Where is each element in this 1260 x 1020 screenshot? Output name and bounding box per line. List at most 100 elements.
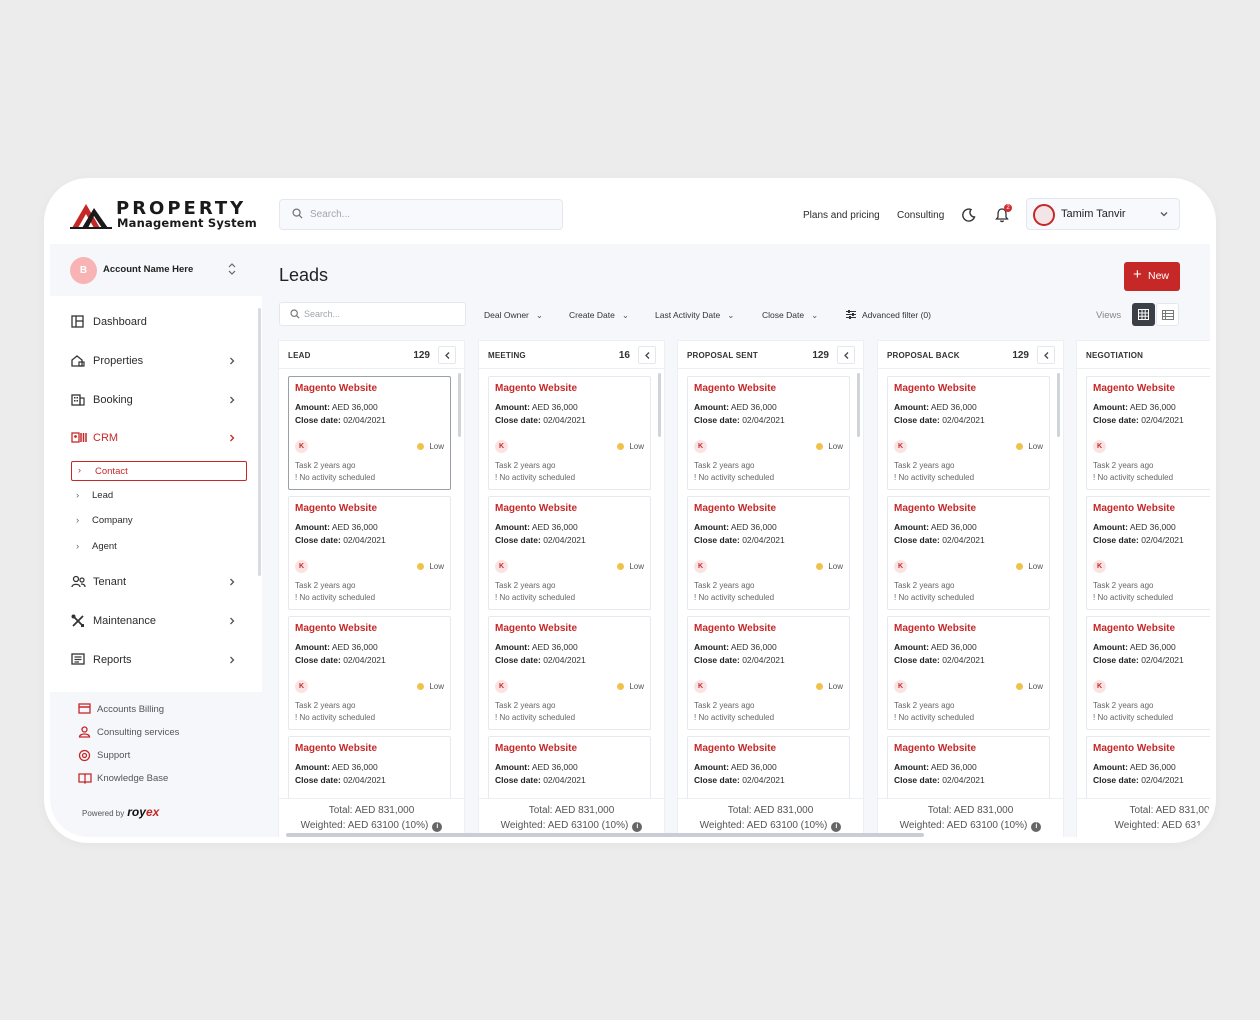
lead-title[interactable]: Magento Website [295, 743, 377, 754]
lead-card[interactable]: Magento Website Amount: AED 36,000 Close d… [488, 496, 651, 610]
sidebar-scrollbar[interactable] [258, 308, 261, 576]
global-search-input[interactable]: Search... [279, 199, 563, 230]
filter-deal-owner[interactable]: Deal Owner ⌄ [484, 310, 543, 321]
lead-title[interactable]: Magento Website [694, 623, 776, 634]
lead-card[interactable]: Magento Website Amount: AED 36,000 Close d… [687, 376, 850, 490]
advanced-filter-button[interactable]: Advanced filter (0) [846, 310, 931, 320]
lead-card[interactable]: Magento Website Amount: AED 36,000 Close d… [687, 616, 850, 730]
lead-card[interactable]: Magento Website Amount: AED 36,000 Close d… [887, 616, 1050, 730]
lead-card[interactable]: Magento Website Amount: AED 36,000 Close d… [288, 496, 451, 610]
owner-avatar[interactable]: K [694, 560, 707, 573]
sidebar-subitem-company[interactable]: › Company [76, 515, 133, 526]
activity-info: ! No activity scheduled [694, 473, 775, 482]
lead-card[interactable]: Magento Website Amount: AED 36,000 Close d… [288, 376, 451, 490]
owner-avatar[interactable]: K [894, 440, 907, 453]
owner-avatar[interactable]: K [694, 440, 707, 453]
owner-avatar[interactable]: K [495, 680, 508, 693]
expand-collapse-icon [228, 263, 236, 275]
owner-avatar[interactable]: K [295, 680, 308, 693]
filter-create-date[interactable]: Create Date ⌄ [569, 310, 629, 321]
plans-pricing-link[interactable]: Plans and pricing [803, 210, 880, 221]
sidebar-item-dashboard[interactable]: Dashboard [50, 311, 250, 335]
lead-title[interactable]: Magento Website [894, 383, 976, 394]
lead-amount: Amount: AED 36,000 [894, 642, 977, 652]
sidebar-item-booking[interactable]: Booking [50, 389, 250, 413]
lead-title[interactable]: Magento Website [694, 743, 776, 754]
lead-title[interactable]: Magento Website [1093, 743, 1175, 754]
info-icon[interactable]: i [432, 822, 443, 832]
column-scrollbar[interactable] [658, 373, 661, 437]
lead-title[interactable]: Magento Website [694, 503, 776, 514]
app-logo[interactable]: PROPERTY Management System [70, 198, 260, 232]
sidebar-subitem-lead[interactable]: › Lead [76, 490, 113, 501]
sidebar-item-tenant[interactable]: Tenant [50, 571, 250, 595]
lead-title[interactable]: Magento Website [495, 743, 577, 754]
new-lead-button[interactable]: + New [1124, 262, 1180, 291]
lead-card[interactable]: Magento Website Amount: AED 36,000 Close d… [687, 496, 850, 610]
activity-info: ! No activity scheduled [894, 713, 975, 722]
column-scrollbar[interactable] [458, 373, 461, 437]
list-view-button[interactable] [1156, 303, 1179, 326]
sidebar-item-label: Booking [93, 394, 133, 406]
sidebar-subitem-agent[interactable]: › Agent [76, 541, 117, 552]
lead-card[interactable]: Magento Website Amount: AED 36,000 Close d… [1086, 376, 1210, 490]
sidebar-subitem-contact[interactable]: › Contact [71, 461, 247, 481]
dark-mode-icon[interactable] [962, 208, 976, 222]
lead-title[interactable]: Magento Website [495, 503, 577, 514]
board-view-button[interactable] [1132, 303, 1155, 326]
column-scrollbar[interactable] [1057, 373, 1060, 437]
lead-card[interactable]: Magento Website Amount: AED 36,000 Close d… [887, 496, 1050, 610]
filter-close-date[interactable]: Close Date ⌄ [762, 310, 818, 321]
lead-card[interactable]: Magento Website Amount: AED 36,000 Close d… [488, 616, 651, 730]
consulting-link[interactable]: Consulting [897, 210, 944, 221]
user-menu[interactable]: Tamim Tanvir [1026, 198, 1180, 230]
lead-title[interactable]: Magento Website [894, 623, 976, 634]
collapse-column-button[interactable] [837, 346, 855, 364]
owner-avatar[interactable]: K [1093, 560, 1106, 573]
sidebar-item-reports[interactable]: Reports [50, 649, 250, 673]
lead-title[interactable]: Magento Website [495, 623, 577, 634]
lead-card[interactable]: Magento Website Amount: AED 36,000 Close d… [887, 376, 1050, 490]
owner-avatar[interactable]: K [295, 560, 308, 573]
lead-title[interactable]: Magento Website [1093, 383, 1175, 394]
sidebar-item-maintenance[interactable]: Maintenance [50, 610, 250, 634]
owner-avatar[interactable]: K [495, 440, 508, 453]
account-switcher[interactable]: B Account Name Here [50, 244, 262, 296]
collapse-column-button[interactable] [638, 346, 656, 364]
lead-title[interactable]: Magento Website [1093, 623, 1175, 634]
filter-last-activity-date[interactable]: Last Activity Date ⌄ [655, 310, 734, 321]
owner-avatar[interactable]: K [495, 560, 508, 573]
owner-avatar[interactable]: K [894, 560, 907, 573]
owner-avatar[interactable]: K [894, 680, 907, 693]
amount-value: AED 36,000 [1129, 402, 1176, 412]
lead-card[interactable]: Magento Website Amount: AED 36,000 Close d… [288, 616, 451, 730]
owner-avatar[interactable]: K [295, 440, 308, 453]
lead-title[interactable]: Magento Website [694, 383, 776, 394]
info-icon[interactable]: i [1031, 822, 1042, 832]
sidebar-item-crm[interactable]: CRM [50, 427, 250, 451]
owner-avatar[interactable]: K [1093, 680, 1106, 693]
lead-title[interactable]: Magento Website [894, 743, 976, 754]
lead-title[interactable]: Magento Website [295, 623, 377, 634]
column-scrollbar[interactable] [857, 373, 860, 437]
info-icon[interactable]: i [831, 822, 842, 832]
sidebar: B Account Name Here Dashboard Properties… [50, 244, 262, 837]
lead-card[interactable]: Magento Website Amount: AED 36,000 Close d… [1086, 496, 1210, 610]
lead-title[interactable]: Magento Website [295, 503, 377, 514]
sidebar-item-properties[interactable]: Properties [50, 350, 250, 374]
lead-card[interactable]: Magento Website Amount: AED 36,000 Close d… [1086, 616, 1210, 730]
board-horizontal-scrollbar[interactable] [286, 833, 924, 837]
collapse-column-button[interactable] [438, 346, 456, 364]
lead-title[interactable]: Magento Website [495, 383, 577, 394]
leads-search-input[interactable]: Search... [279, 302, 466, 326]
lead-title[interactable]: Magento Website [894, 503, 976, 514]
chevron-left-icon [844, 352, 849, 359]
close-date-label: Close date: [1093, 535, 1139, 545]
lead-title[interactable]: Magento Website [1093, 503, 1175, 514]
owner-avatar[interactable]: K [694, 680, 707, 693]
owner-avatar[interactable]: K [1093, 440, 1106, 453]
info-icon[interactable]: i [632, 822, 643, 832]
lead-title[interactable]: Magento Website [295, 383, 377, 394]
lead-card[interactable]: Magento Website Amount: AED 36,000 Close d… [488, 376, 651, 490]
collapse-column-button[interactable] [1037, 346, 1055, 364]
